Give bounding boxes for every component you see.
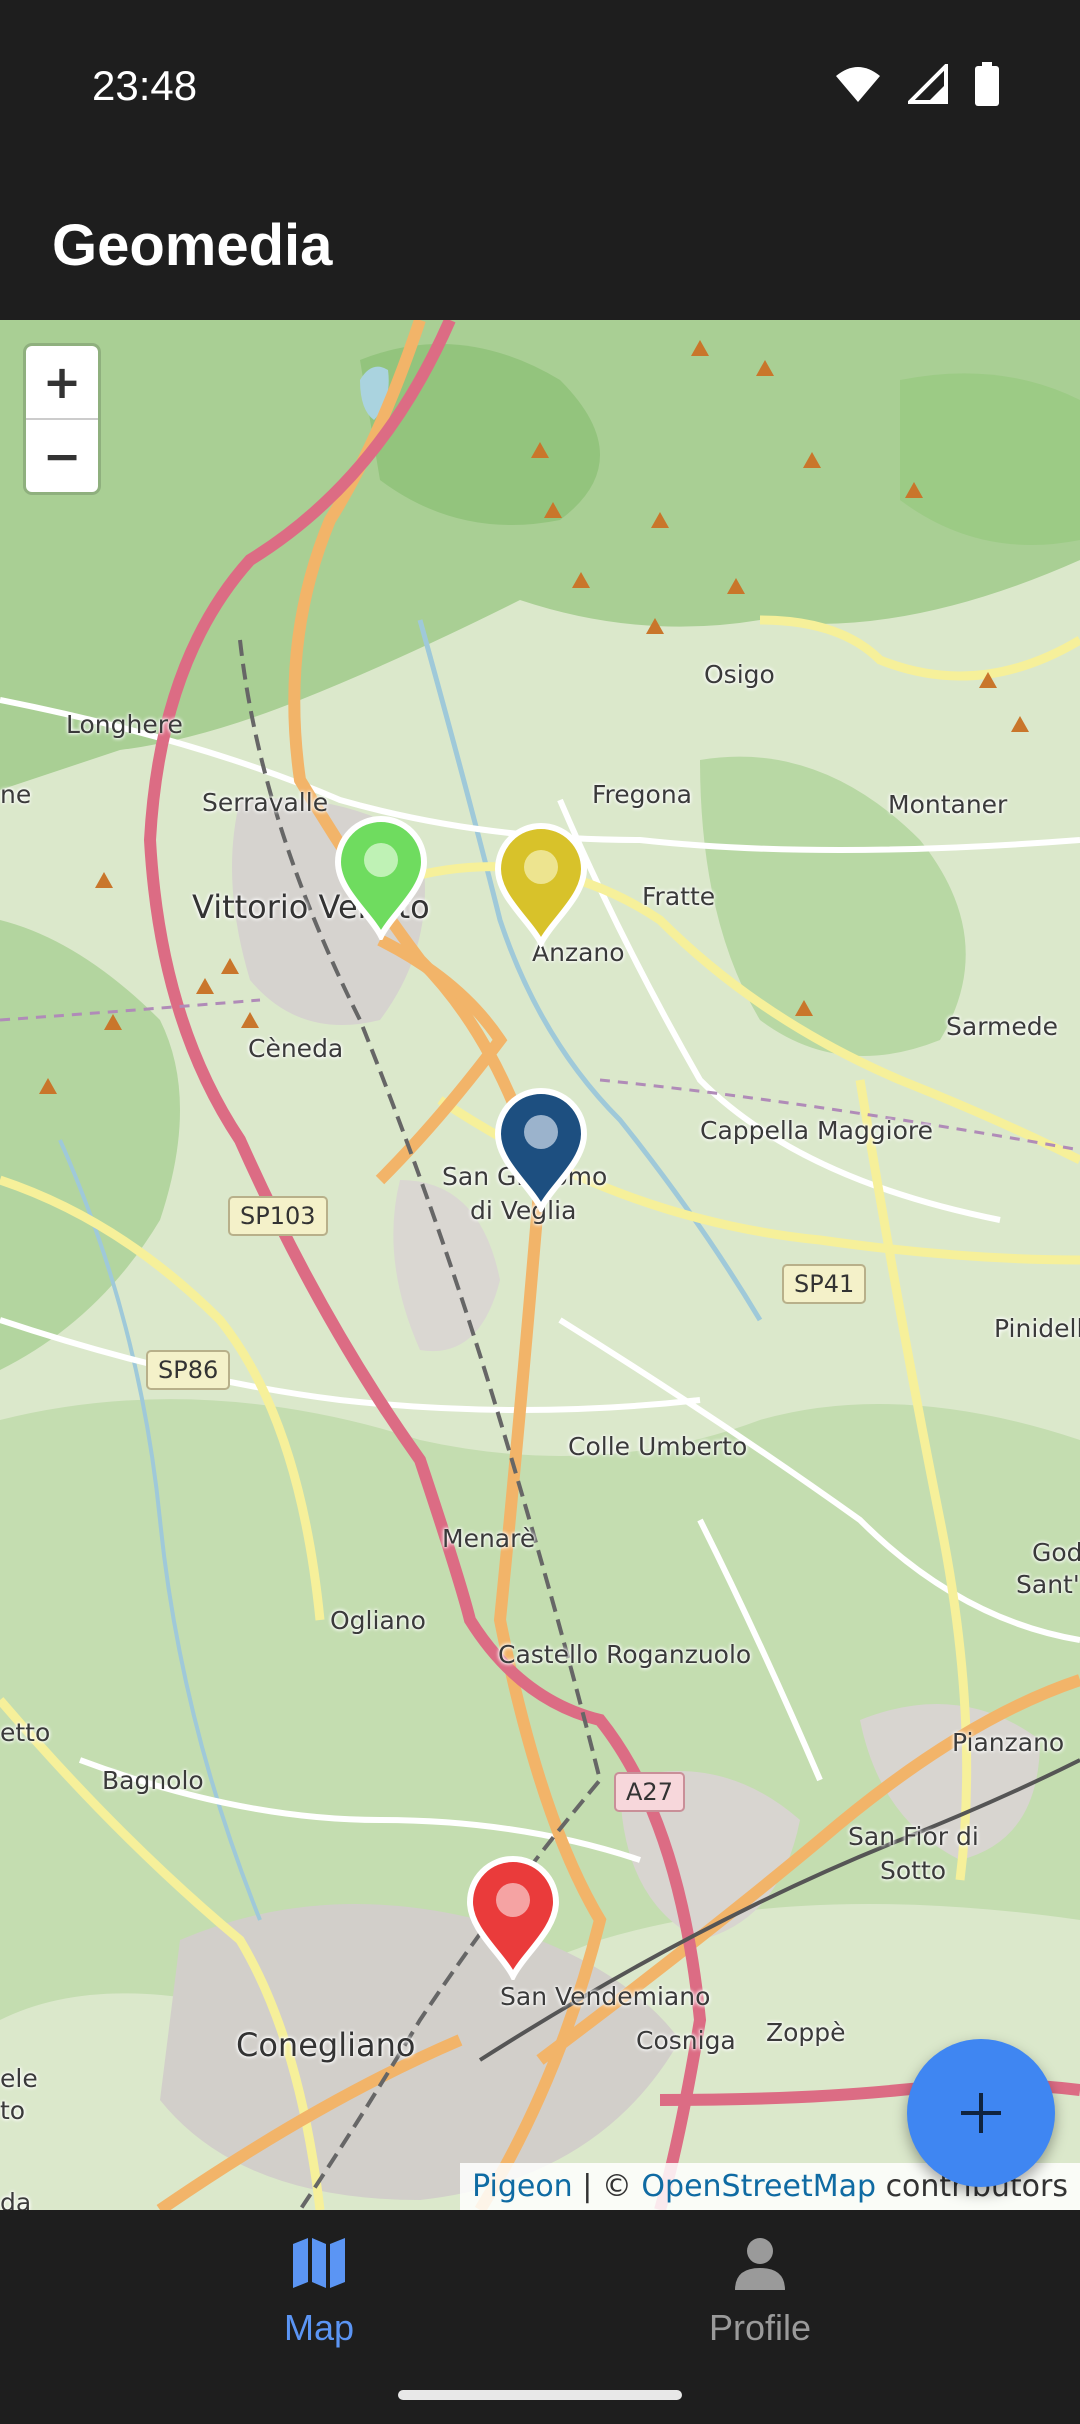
marker-yellow[interactable] [492, 823, 590, 947]
place-label: ne [0, 780, 32, 809]
map-view[interactable]: Osigo Longhere ne Serravalle Fregona Mon… [0, 320, 1080, 2210]
place-label: Serravalle [202, 788, 329, 817]
marker-red[interactable] [464, 1856, 562, 1980]
status-time: 23:48 [92, 62, 198, 109]
battery-icon [975, 62, 999, 106]
place-label: Fregona [592, 780, 692, 809]
place-label: Bagnolo [102, 1766, 204, 1795]
road-shield-sp41: SP41 [782, 1264, 867, 1304]
road-shield-sp103: SP103 [228, 1196, 328, 1236]
status-bar: 23:48 [0, 0, 1080, 176]
place-label: Fratte [642, 882, 716, 911]
place-label: Sant' [1016, 1570, 1080, 1599]
add-icon [961, 2093, 1001, 2133]
attribution-link-osm[interactable]: OpenStreetMap [641, 2169, 876, 2204]
place-label: da [0, 2188, 32, 2210]
attribution-separator: | © [572, 2169, 642, 2204]
nav-item-label: Profile [708, 2307, 812, 2348]
nav-item-map[interactable]: Map [169, 2236, 469, 2349]
place-label: Longhere [66, 710, 183, 739]
place-label: Ogliano [330, 1606, 426, 1635]
place-label: San Vendemiano [500, 1982, 711, 2011]
nav-item-profile[interactable]: Profile [610, 2236, 910, 2349]
zoom-in-button[interactable]: + [26, 346, 98, 418]
zoom-out-button[interactable]: − [26, 418, 98, 492]
home-indicator[interactable] [398, 2390, 682, 2400]
road-shield-a27: A27 [614, 1772, 685, 1812]
place-label: Osigo [704, 660, 775, 689]
signal-icon [908, 64, 948, 104]
zoom-control: + − [26, 346, 98, 492]
marker-blue[interactable] [492, 1088, 590, 1212]
app-title: Geomedia [52, 213, 333, 278]
place-label: Pianzano [952, 1728, 1065, 1757]
marker-green[interactable] [332, 816, 430, 940]
place-label: to [0, 2096, 26, 2125]
add-button[interactable] [907, 2039, 1055, 2187]
place-label: Montaner [888, 790, 1008, 819]
place-label: San Fior di [848, 1822, 979, 1851]
place-label: Colle Umberto [568, 1432, 748, 1461]
place-label: Zoppè [766, 2018, 846, 2047]
map-icon [293, 2238, 345, 2288]
place-label: Sarmede [946, 1012, 1059, 1041]
place-label: Menarè [442, 1524, 536, 1553]
place-label: Cosniga [636, 2026, 736, 2055]
place-label: ele [0, 2064, 38, 2093]
place-label: Castello Roganzuolo [498, 1640, 752, 1669]
wifi-icon [836, 67, 880, 102]
place-label: God [1032, 1538, 1080, 1567]
place-label: etto [0, 1718, 51, 1747]
place-label: Cèneda [248, 1034, 344, 1063]
place-label: Conegliano [236, 2026, 416, 2064]
road-shield-sp86: SP86 [146, 1350, 231, 1390]
status-icons [834, 62, 1000, 106]
nav-item-label: Map [283, 2307, 355, 2348]
place-label: Cappella Maggiore [700, 1116, 934, 1145]
place-label: Pinidell [994, 1314, 1080, 1343]
app-bar: Geomedia [0, 176, 1080, 320]
attribution-link-pigeon[interactable]: Pigeon [472, 2169, 573, 2204]
place-label: Sotto [880, 1856, 947, 1885]
person-icon [735, 2238, 785, 2290]
